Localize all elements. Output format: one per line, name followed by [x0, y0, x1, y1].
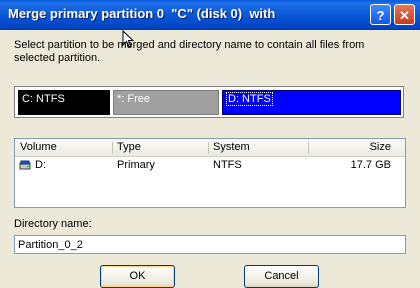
volume-list[interactable]: Volume Type System Size D: Primary NTFS …: [14, 138, 406, 208]
row-size: 17.7 GB: [350, 159, 391, 171]
table-row[interactable]: D: Primary NTFS 17.7 GB: [15, 157, 405, 173]
header-system[interactable]: System: [213, 141, 250, 153]
close-button[interactable]: ✕: [394, 4, 415, 25]
directory-label: Directory name:: [14, 218, 92, 230]
cancel-button[interactable]: Cancel: [244, 265, 319, 288]
partition-d-label: D: NTFS: [226, 92, 273, 106]
drive-icon: [19, 160, 31, 170]
header-divider: [208, 142, 209, 154]
row-type: Primary: [117, 159, 155, 171]
partition-d[interactable]: D: NTFS: [222, 90, 401, 115]
window-title: Merge primary partition 0 "C" (disk 0) w…: [8, 6, 276, 21]
help-button[interactable]: ?: [370, 4, 391, 25]
header-divider: [112, 142, 113, 154]
partition-free[interactable]: *: Free: [113, 90, 219, 115]
directory-input[interactable]: [14, 235, 406, 254]
partition-map: C: NTFS *: Free D: NTFS: [14, 86, 404, 118]
header-size[interactable]: Size: [370, 141, 391, 153]
ok-button[interactable]: OK: [100, 265, 175, 288]
header-type[interactable]: Type: [117, 141, 141, 153]
list-header: Volume Type System Size: [15, 139, 405, 157]
partition-c[interactable]: C: NTFS: [18, 90, 110, 115]
title-bar: Merge primary partition 0 "C" (disk 0) w…: [0, 0, 420, 30]
header-divider: [308, 142, 309, 154]
instruction-text: Select partition to be merged and direct…: [14, 39, 365, 64]
header-volume[interactable]: Volume: [20, 141, 57, 153]
row-system: NTFS: [213, 159, 242, 171]
row-volume: D:: [35, 159, 46, 171]
